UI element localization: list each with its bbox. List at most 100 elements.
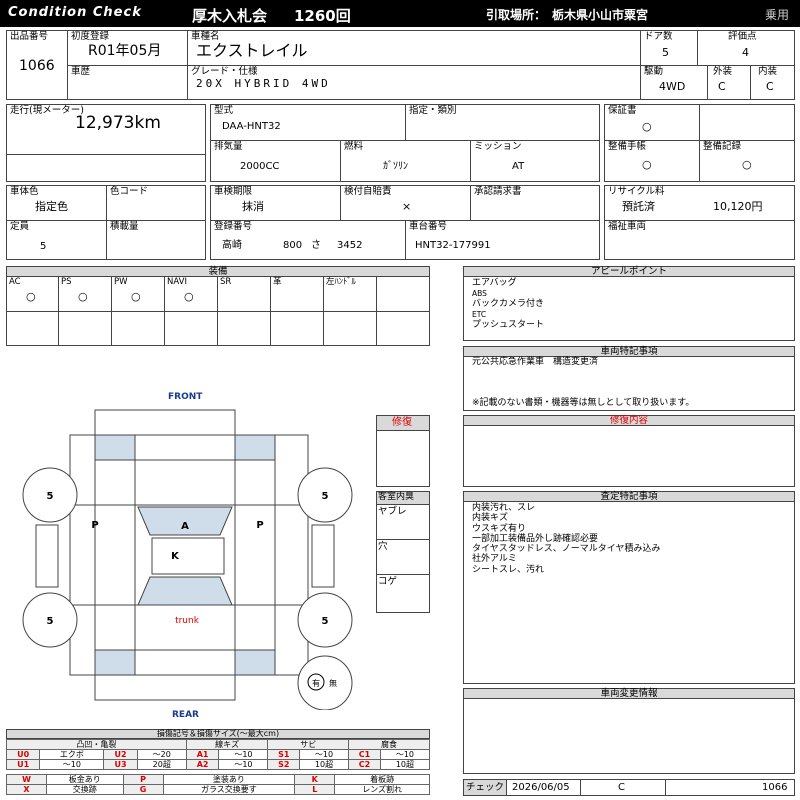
equip-pw-label: PW — [114, 277, 128, 287]
legend-head-dent: 凸凹・亀裂 — [6, 739, 187, 750]
recycle-label: リサイクル料 — [608, 186, 665, 197]
assessment-list: 内装汚れ、スレ 内装キズ ウスキズ有り 一部加工装備品外し跡確認必要 タイヤスタ… — [472, 503, 660, 575]
assessment-item: 内装汚れ、スレ — [472, 503, 536, 513]
equip-navi-label: NAVI — [167, 277, 187, 287]
service-record-label: 整備記録 — [703, 141, 742, 152]
equip-lhd-label: 左ﾊﾝﾄﾞﾙ — [326, 277, 356, 287]
tire-fr-value: 5 — [322, 491, 329, 502]
grade-value: 20X HYBRID 4WD — [196, 77, 331, 90]
plate-class: 800 — [283, 240, 303, 251]
legend-code: X — [6, 784, 47, 795]
assessment-item: タイヤスタッドレス、ノーマルタイヤ積み込み — [472, 544, 661, 555]
model-value: DAA-HNT32 — [222, 121, 281, 132]
legend-code: C2 — [348, 759, 381, 770]
insurance-label: 検付自賠責 — [344, 186, 392, 197]
welfare-label: 福祉車両 — [608, 221, 647, 232]
legend-desc: 〜10 — [218, 749, 269, 760]
assessment-item: 一部加工装備品外し跡確認必要 — [472, 533, 599, 544]
legend-code: A2 — [185, 759, 220, 770]
appeal-list: エアバッグ ABS バックカメラ付き ETC プッシュスタート — [472, 278, 544, 331]
legend-code: S2 — [267, 759, 300, 770]
legend-table: 凸凹・亀裂 線キズ サビ 腐食 U0 エクボ U2 〜20 A1 〜10 S1 … — [5, 739, 431, 770]
exterior-label: 外装 — [713, 66, 733, 77]
tire-rr-value: 5 — [322, 616, 329, 627]
auction-session: 1260回 — [294, 7, 351, 25]
doors-label: ドア数 — [644, 31, 673, 42]
legend-code: S1 — [267, 749, 300, 760]
mark-left-door: P — [91, 520, 98, 531]
capacity-label: 定員 — [10, 221, 30, 232]
legend-desc: 着板跡 — [334, 774, 430, 785]
tire-fl-value: 5 — [47, 491, 54, 502]
legend-desc: 〜10 — [298, 749, 350, 760]
mark-windshield: A — [181, 521, 189, 532]
chassis-label: 車台番号 — [409, 221, 448, 232]
equip-ps-mark: ○ — [78, 290, 88, 303]
legend-code: P — [122, 774, 164, 785]
service-record-value: ○ — [742, 158, 752, 171]
designation-label: 指定・類別 — [409, 105, 457, 116]
color-label: 車体色 — [10, 186, 39, 197]
lot-number: 1066 — [19, 58, 55, 74]
legend-desc: ガラス交換要す — [162, 784, 296, 795]
legend-head-corrosion: 腐食 — [348, 739, 430, 750]
brand-title: Condition Check — [8, 5, 142, 20]
legend-head-rust: サビ — [267, 739, 350, 750]
lot-label: 出品番号 — [10, 31, 49, 42]
trunk-label: trunk — [175, 616, 200, 626]
appeal-item: バックカメラ付き — [472, 299, 545, 309]
legend-desc: 〜10 — [379, 749, 431, 760]
legend-code: A1 — [185, 749, 220, 760]
grade-label: グレード・仕様 — [191, 66, 258, 77]
first-reg-value: R01年05月 — [88, 43, 162, 59]
equip-sr-label: SR — [220, 277, 232, 287]
pickup-place: 栃木県小山市粟宮 — [552, 8, 649, 22]
doors-value: 5 — [662, 46, 669, 59]
drive-label: 駆動 — [644, 66, 664, 77]
chassis-value: HNT32-177991 — [415, 240, 491, 251]
category-label: 乗用 — [765, 8, 790, 22]
legend-desc: 板金あり — [46, 774, 124, 785]
fuel-label: 燃料 — [344, 141, 364, 152]
assessment-item: 内装キズ — [472, 513, 509, 524]
legend-desc: 〜10 — [39, 759, 105, 770]
legend-desc: レンズ割れ — [334, 784, 430, 795]
legend-title: 損傷記号＆損傷サイズ(〜最大cm) — [6, 729, 430, 739]
legend-code: L — [294, 784, 336, 795]
displacement-value: 2000CC — [240, 161, 280, 172]
special-line: 元公共応急作業車 構造変更済 — [472, 357, 599, 367]
legend-code: U3 — [103, 759, 138, 770]
color-code-label: 色コード — [110, 186, 149, 197]
history-label: 車歴 — [71, 66, 91, 77]
legend-code: U0 — [5, 749, 41, 760]
mission-value: AT — [512, 161, 525, 172]
diagram-rear-label: REAR — [172, 710, 199, 720]
model-label: 型式 — [214, 105, 234, 116]
recycle-amount: 10,120円 — [713, 200, 763, 213]
approval-label: 承認請求書 — [474, 186, 522, 197]
equip-navi-mark: ○ — [184, 290, 194, 303]
legend-desc: 〜20 — [136, 749, 187, 760]
plate-kana: さ — [311, 240, 321, 251]
inspection-value: 抹消 — [242, 200, 264, 213]
auction-name: 厚木入札会 — [192, 7, 268, 25]
equip-ps-label: PS — [61, 277, 72, 287]
score-value: 4 — [742, 46, 749, 59]
score-label: 評価点 — [728, 31, 757, 42]
footer-check-label: チェック — [466, 782, 505, 793]
assessment-item: シートスレ、汚れ — [472, 564, 545, 575]
legend-table-2: W 板金あり P 塗装あり K 着板跡 X 交換跡 G ガラス交換要す L レン… — [6, 774, 430, 795]
legend-desc: 交換跡 — [46, 784, 124, 795]
insurance-value: × — [402, 200, 412, 213]
inspection-label: 車検期限 — [214, 186, 253, 197]
capacity-value: 5 — [40, 241, 47, 252]
tire-rl-value: 5 — [47, 616, 54, 627]
warranty-value: ○ — [642, 120, 652, 133]
interior-label: 内装 — [758, 66, 778, 77]
legend-code: U2 — [103, 749, 138, 760]
color-value: 指定色 — [35, 200, 68, 213]
equip-leather-label: 革 — [273, 277, 282, 287]
legend-head-scratch: 線キズ — [185, 739, 269, 750]
appeal-item: ETC — [472, 310, 487, 319]
footer-grade: C — [618, 782, 625, 793]
